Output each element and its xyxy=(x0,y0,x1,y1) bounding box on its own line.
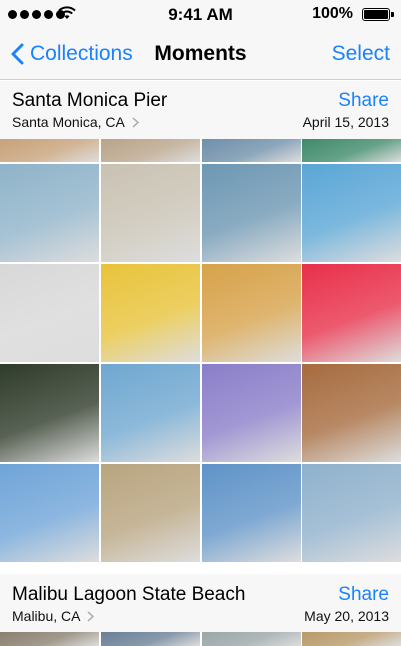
photo-thumbnail[interactable] xyxy=(302,164,401,262)
select-button[interactable]: Select xyxy=(332,28,390,80)
moment-location: Malibu, CA xyxy=(12,608,81,624)
chevron-right-icon xyxy=(132,116,139,128)
photo-grid-santa-monica xyxy=(0,139,401,563)
photo-thumbnail[interactable] xyxy=(302,264,401,362)
moment-header-santa-monica: Santa Monica Pier Santa Monica, CA Share… xyxy=(0,81,401,139)
back-button-label: Collections xyxy=(30,42,133,65)
photo-thumbnail[interactable] xyxy=(0,164,99,262)
battery-percentage: 100% xyxy=(312,5,353,22)
photo-thumbnail[interactable] xyxy=(302,632,401,646)
photo-thumbnail[interactable] xyxy=(0,464,99,562)
status-bar: 9:41 AM 100% xyxy=(0,0,401,28)
share-button[interactable]: Share xyxy=(338,90,389,112)
photo-thumbnail[interactable] xyxy=(202,632,301,646)
moment-location-link[interactable]: Malibu, CA xyxy=(12,608,95,624)
photo-thumbnail[interactable] xyxy=(0,364,99,462)
photo-thumbnail[interactable] xyxy=(202,364,301,462)
moment-title: Santa Monica Pier xyxy=(12,90,168,111)
moment-location: Santa Monica, CA xyxy=(12,114,125,130)
photo-thumbnail[interactable] xyxy=(302,464,401,562)
chevron-left-icon xyxy=(11,43,24,65)
moment-header-malibu: Malibu Lagoon State Beach Malibu, CA Sha… xyxy=(0,574,401,632)
photo-thumbnail[interactable] xyxy=(202,164,301,262)
photo-thumbnail[interactable] xyxy=(101,139,200,162)
photo-thumbnail[interactable] xyxy=(202,464,301,562)
battery-icon xyxy=(362,8,394,21)
photo-thumbnail[interactable] xyxy=(0,139,99,162)
moment-location-link[interactable]: Santa Monica, CA xyxy=(12,114,139,130)
photo-thumbnail[interactable] xyxy=(302,139,401,162)
photo-thumbnail[interactable] xyxy=(101,632,200,646)
photo-thumbnail[interactable] xyxy=(302,364,401,462)
chevron-right-icon xyxy=(87,610,95,622)
back-to-collections-button[interactable]: Collections xyxy=(10,28,133,80)
share-button[interactable]: Share xyxy=(338,584,389,606)
photo-thumbnail[interactable] xyxy=(101,464,200,562)
photo-thumbnail[interactable] xyxy=(202,264,301,362)
photo-thumbnail[interactable] xyxy=(0,264,99,362)
photo-thumbnail[interactable] xyxy=(0,632,99,646)
photo-thumbnail[interactable] xyxy=(101,164,200,262)
photo-thumbnail[interactable] xyxy=(101,264,200,362)
photo-thumbnail[interactable] xyxy=(202,139,301,162)
moment-title: Malibu Lagoon State Beach xyxy=(12,584,246,605)
photo-grid-malibu xyxy=(0,632,401,646)
moment-date: April 15, 2013 xyxy=(302,114,389,130)
moment-date: May 20, 2013 xyxy=(304,608,389,624)
photo-thumbnail[interactable] xyxy=(101,364,200,462)
navigation-bar: Collections Moments Select xyxy=(0,28,401,80)
